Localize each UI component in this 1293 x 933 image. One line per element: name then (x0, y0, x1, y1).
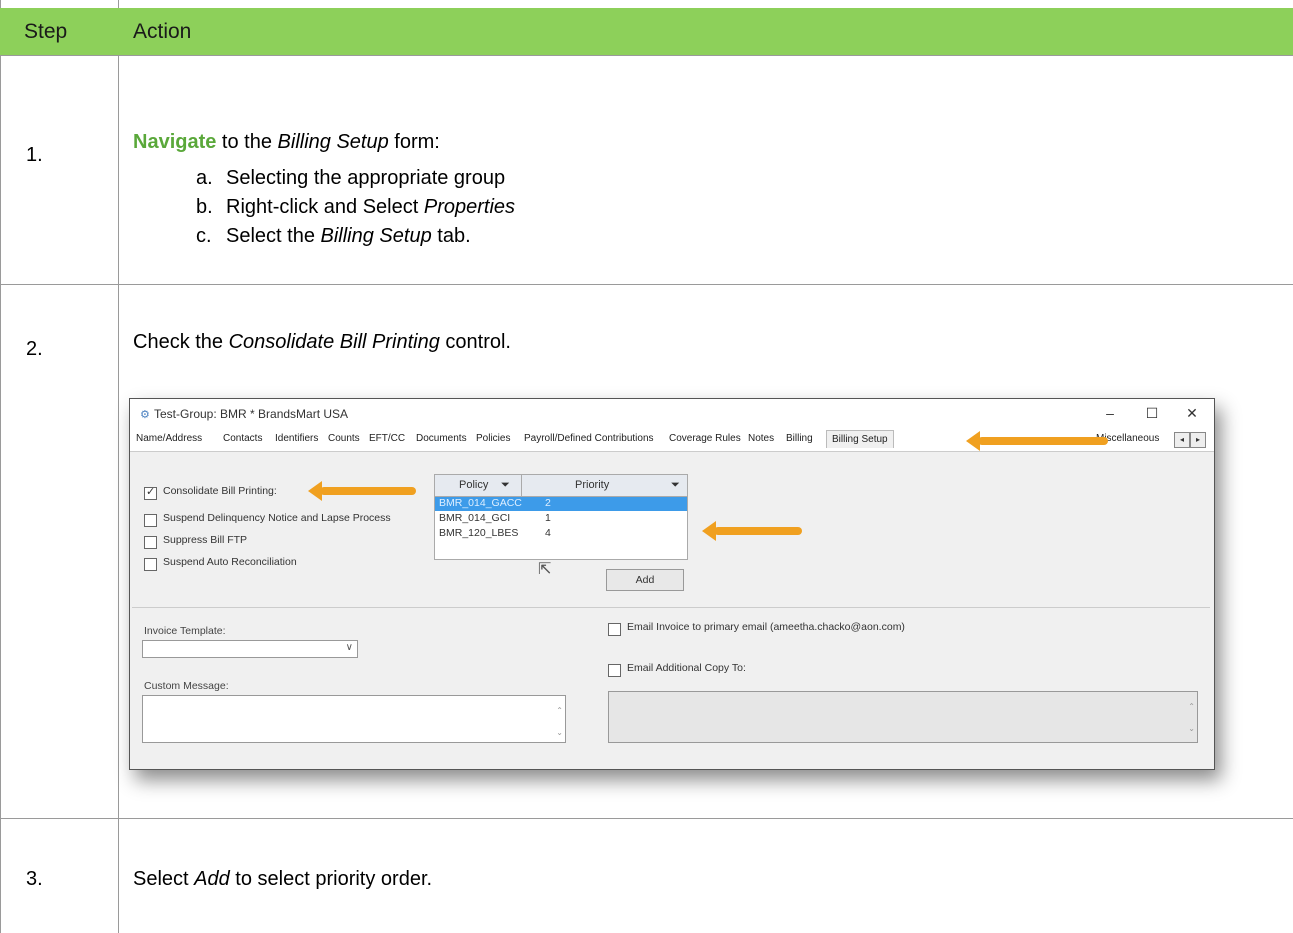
row-divider-2 (0, 818, 1293, 819)
step-number: 2. (26, 338, 43, 360)
substep-text: Selecting the appropriate group (226, 167, 506, 189)
policy-column-header[interactable]: Policy (459, 479, 488, 491)
substep-a: a. Selecting the appropriate group (196, 167, 505, 190)
email-invoice-label: Email Invoice to primary email (ameetha.… (627, 621, 905, 633)
suppress-bill-ftp-checkbox[interactable] (144, 536, 157, 549)
suspend-auto-reconciliation-checkbox[interactable] (144, 558, 157, 571)
step-2-instruction: Check the Consolidate Bill Printing cont… (133, 331, 511, 354)
tab-payroll[interactable]: Payroll/Defined Contributions (524, 433, 654, 444)
table-row[interactable]: BMR_120_LBES 4 (435, 527, 687, 541)
step-1-instruction: Navigate to the Billing Setup form: (133, 131, 440, 154)
tab-coverage-rules[interactable]: Coverage Rules (669, 433, 741, 444)
control-name: Consolidate Bill Printing (228, 331, 440, 353)
add-button[interactable]: Add (606, 569, 684, 591)
text-fragment: to select priority order. (229, 868, 433, 890)
substep-label: b. (196, 196, 213, 218)
tab-documents[interactable]: Documents (416, 433, 467, 444)
text-fragment: form: (388, 131, 440, 153)
navigate-link[interactable]: Navigate (133, 131, 216, 153)
substep-c: c. Select the Billing Setup tab. (196, 225, 471, 248)
tab-eft-cc[interactable]: EFT/CC (369, 433, 405, 444)
table-row[interactable]: BMR_014_GCI 1 (435, 512, 687, 526)
minimize-button[interactable]: – (1092, 403, 1128, 423)
suspend-delinquency-checkbox[interactable] (144, 514, 157, 527)
tab-counts[interactable]: Counts (328, 433, 360, 444)
section-divider (132, 607, 1210, 608)
tab-contacts[interactable]: Contacts (223, 433, 262, 444)
step-number: 1. (26, 144, 43, 166)
text-fragment: to the (216, 131, 278, 153)
substep-text: Right-click and Select (226, 196, 424, 218)
priority-cell: 1 (545, 512, 551, 524)
maximize-button[interactable]: ☐ (1134, 403, 1170, 423)
button-name: Add (194, 868, 230, 890)
custom-message-textarea[interactable]: ⌃ ⌄ (142, 695, 566, 743)
substep-text: Select the (226, 225, 321, 247)
column-divider (521, 475, 522, 496)
email-additional-copy-label: Email Additional Copy To: (627, 662, 746, 674)
substep-label: c. (196, 225, 212, 247)
step-number: 3. (26, 868, 43, 890)
tab-billing-setup[interactable]: Billing Setup (826, 430, 894, 448)
additional-email-textarea[interactable]: ⌃ ⌄ (608, 691, 1198, 743)
billing-setup-screenshot: ⚙ Test-Group: BMR * BrandsMart USA – ☐ ✕… (129, 398, 1215, 770)
tab-identifiers[interactable]: Identifiers (275, 433, 318, 444)
substep-label: a. (196, 167, 213, 189)
mouse-cursor-icon: ⇱ (538, 561, 552, 578)
substep-italic: Billing Setup (320, 225, 432, 247)
checkbox-annotation-arrow (308, 481, 416, 501)
table-border-left (0, 0, 1, 933)
substep-b: b. Right-click and Select Properties (196, 196, 515, 219)
policy-cell: BMR_120_LBES (439, 527, 519, 539)
step-3-instruction: Select Add to select priority order. (133, 868, 432, 891)
invoice-template-select[interactable]: ∨ (142, 640, 358, 658)
policy-cell: BMR_014_GACC (439, 497, 522, 509)
tab-annotation-arrow (966, 431, 1108, 451)
text-fragment: Select (133, 868, 195, 890)
policy-cell: BMR_014_GCI (439, 512, 511, 524)
filter-icon[interactable]: ⏷ (501, 479, 510, 492)
custom-message-label: Custom Message: (144, 680, 229, 692)
scrollbar-arrows-icon[interactable]: ⌃ ⌄ (556, 700, 563, 744)
suspend-auto-reconciliation-label: Suspend Auto Reconciliation (163, 556, 297, 568)
tab-notes[interactable]: Notes (748, 433, 774, 444)
suppress-bill-ftp-label: Suppress Bill FTP (163, 534, 248, 546)
tab-policies[interactable]: Policies (476, 433, 510, 444)
substep-text: tab. (431, 225, 471, 247)
priority-cell: 2 (545, 497, 551, 509)
header-step: Step (24, 20, 68, 43)
priority-column-header[interactable]: Priority (575, 479, 609, 491)
consolidate-bill-printing-checkbox[interactable] (144, 485, 157, 500)
text-fragment: control. (439, 331, 511, 353)
consolidate-bill-printing-label: Consolidate Bill Printing: (163, 485, 277, 497)
suspend-delinquency-label: Suspend Delinquency Notice and Lapse Pro… (163, 512, 391, 524)
grid-header: Policy ⏷ Priority ⏷ (435, 475, 687, 497)
form-name: Billing Setup (277, 131, 389, 153)
tab-billing[interactable]: Billing (786, 433, 813, 444)
email-additional-copy-checkbox[interactable] (608, 664, 621, 677)
app-icon: ⚙ (140, 409, 150, 421)
tab-name-address[interactable]: Name/Address (136, 433, 202, 444)
chevron-down-icon: ∨ (345, 642, 353, 653)
table-header-row: Step Action (0, 8, 1293, 55)
window-title: Test-Group: BMR * BrandsMart USA (154, 407, 349, 421)
table-row[interactable]: BMR_014_GACC 2 (435, 497, 687, 511)
table-column-divider (118, 0, 119, 933)
email-invoice-checkbox[interactable] (608, 623, 621, 636)
window-titlebar: ⚙ Test-Group: BMR * BrandsMart USA – ☐ ✕ (130, 399, 1214, 429)
header-bottom-line (0, 55, 1293, 56)
tab-scroll-left-icon[interactable]: ◂ (1174, 432, 1190, 448)
row-divider-1 (0, 284, 1293, 285)
text-fragment: Check the (133, 331, 229, 353)
grid-annotation-arrow (702, 521, 802, 541)
priority-cell: 4 (545, 527, 551, 539)
filter-icon[interactable]: ⏷ (671, 479, 680, 492)
scrollbar-arrows-icon[interactable]: ⌃ ⌄ (1188, 696, 1195, 740)
invoice-template-label: Invoice Template: (144, 625, 226, 637)
substep-italic: Properties (423, 196, 516, 218)
header-action: Action (133, 20, 192, 43)
policy-priority-grid[interactable]: Policy ⏷ Priority ⏷ BMR_014_GACC 2 BMR_0… (434, 474, 688, 560)
close-button[interactable]: ✕ (1174, 403, 1210, 423)
tab-scroll-right-icon[interactable]: ▸ (1190, 432, 1206, 448)
